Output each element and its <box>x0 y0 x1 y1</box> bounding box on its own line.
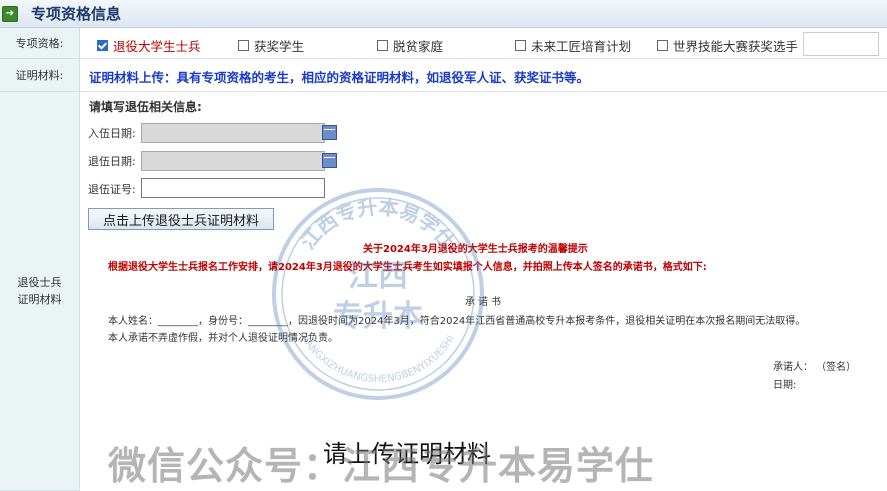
section-header: ➔ 专项资格信息 <box>0 0 887 28</box>
checkbox-checked[interactable] <box>97 40 108 51</box>
upload-prompt: 请上传证明材料 <box>323 440 491 468</box>
veteran-cell: 请填写退伍相关信息: 入伍日期: 退伍日期: 退伍证号: 点击上传退役士兵证明材… <box>80 92 887 490</box>
pledge-line-2: 本人承诺不弄虚作假，并对个人退役证明情况负责。 <box>108 333 338 344</box>
pledge-signer: 承诺人： （签名） <box>773 362 857 373</box>
checkbox[interactable] <box>238 40 249 51</box>
qualification-label: 专项资格: <box>0 28 80 59</box>
materials-cell: 证明材料上传：具有专项资格的考生，相应的资格证明材料，如退役军人证、获奖证书等。 <box>80 59 887 92</box>
veteran-label: 退役士兵 证明材料 <box>0 92 80 491</box>
discharge-cert-label: 退伍证号: <box>88 183 136 196</box>
veteran-section-title: 请填写退伍相关信息: <box>89 100 202 114</box>
qualification-form: 专项资格: 退役大学生士兵 获奖学生 脱贫家庭 未来工匠培育计划 世界技能大赛获… <box>0 28 887 491</box>
notice-title: 关于2024年3月退役的大学生士兵报考的温馨提示 <box>363 244 588 255</box>
option-veteran-student[interactable]: 退役大学生士兵 <box>97 36 201 55</box>
checkbox[interactable] <box>377 40 388 51</box>
discharge-date-label: 退伍日期: <box>88 155 136 168</box>
discharge-cert-input[interactable] <box>141 178 325 198</box>
enlist-date-input[interactable] <box>141 123 325 143</box>
qualification-options: 退役大学生士兵 获奖学生 脱贫家庭 未来工匠培育计划 世界技能大赛获奖选手 <box>80 28 887 59</box>
pledge-line-1: 本人姓名：________，身份号：________，因退役时间为2024年3月… <box>108 316 806 327</box>
upload-veteran-proof-button[interactable]: 点击上传退役士兵证明材料 <box>88 208 274 230</box>
option-award-student[interactable]: 获奖学生 <box>238 36 304 55</box>
option-world-skills[interactable]: 世界技能大赛获奖选手 <box>657 36 798 55</box>
notice-body: 根据退役大学生士兵报名工作安排，请2024年3月退役的大学生士兵考生如实填报个人… <box>108 262 707 273</box>
pledge-title: 承诺书 <box>465 297 504 308</box>
calendar-icon[interactable] <box>322 153 337 168</box>
materials-label: 证明材料: <box>0 59 80 92</box>
enlist-date-label: 入伍日期: <box>88 127 136 140</box>
section-title: 专项资格信息 <box>31 5 122 23</box>
calendar-icon[interactable] <box>322 125 337 140</box>
pledge-date: 日期: <box>773 380 797 391</box>
materials-note: 证明材料上传：具有专项资格的考生，相应的资格证明材料，如退役军人证、获奖证书等。 <box>89 70 590 85</box>
option-future-craftsman[interactable]: 未来工匠培育计划 <box>515 36 631 55</box>
option-poverty-family[interactable]: 脱贫家庭 <box>377 36 443 55</box>
checkbox[interactable] <box>657 40 668 51</box>
discharge-date-input[interactable] <box>141 151 325 171</box>
qualification-extra-field[interactable] <box>803 32 879 56</box>
arrow-right-icon: ➔ <box>2 6 18 22</box>
checkbox[interactable] <box>515 40 526 51</box>
